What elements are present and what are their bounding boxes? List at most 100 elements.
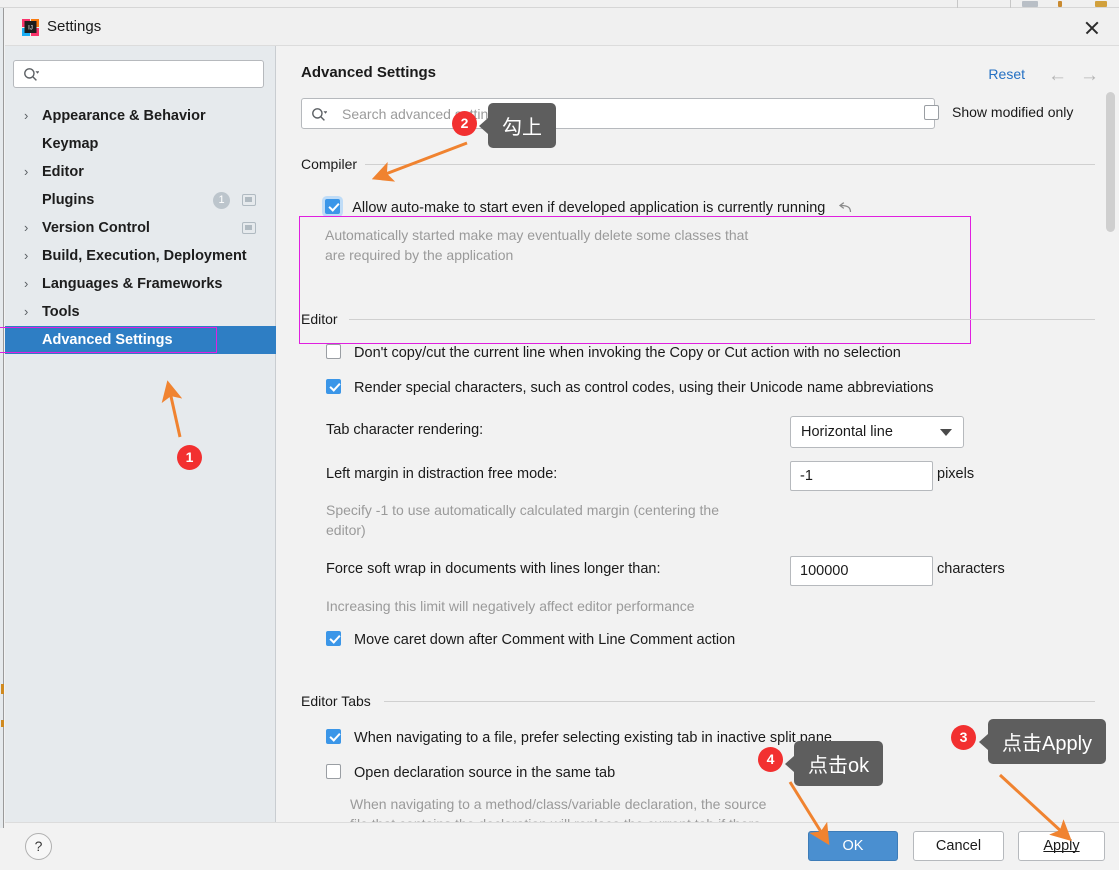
sidebar-item-label: Tools — [42, 304, 80, 320]
option-render-special-characters[interactable]: Render special characters, such as contr… — [326, 379, 934, 396]
advanced-settings-panel: Advanced Settings Reset ← → Search advan… — [277, 46, 1119, 832]
description-line: Specify -1 to use automatically calculat… — [326, 502, 719, 518]
chevron-right-icon: › — [24, 220, 29, 235]
option-label: Move caret down after Comment with Line … — [354, 632, 736, 648]
show-modified-only-checkbox[interactable]: Show modified only — [924, 104, 1074, 120]
checkbox-box — [326, 729, 341, 744]
option-description-allow-auto-make: Automatically started make may eventuall… — [325, 225, 925, 265]
annotation-tooltip-3: 点击Apply — [978, 719, 1107, 764]
option-label: Open declaration source in the same tab — [354, 765, 616, 781]
scrollbar-thumb[interactable] — [1106, 92, 1115, 232]
dialog-title: Settings — [47, 18, 102, 35]
option-allow-auto-make[interactable]: Allow auto-make to start even if develop… — [325, 197, 852, 216]
ok-button[interactable]: OK — [808, 831, 898, 861]
help-button[interactable]: ? — [25, 833, 52, 860]
background-window-toolbar-sliver — [0, 0, 1119, 8]
sidebar-item-languages-frameworks[interactable]: › Languages & Frameworks — [5, 270, 276, 298]
force-soft-wrap-input[interactable]: 100000 — [790, 556, 933, 586]
field-description-force-soft-wrap: Increasing this limit will negatively af… — [326, 596, 846, 616]
page-title: Advanced Settings — [301, 64, 437, 81]
section-title-compiler: Compiler — [301, 156, 365, 172]
annotation-marker-2: 2 — [452, 111, 477, 136]
chevron-right-icon: › — [24, 164, 29, 179]
left-margin-input[interactable]: -1 — [790, 461, 933, 491]
show-modified-only-label: Show modified only — [952, 104, 1074, 120]
revert-arrow-icon[interactable] — [837, 200, 853, 216]
section-divider — [349, 319, 1095, 320]
sidebar-item-version-control[interactable]: › Version Control — [5, 214, 276, 242]
section-title-editor: Editor — [301, 311, 345, 327]
sidebar-item-editor[interactable]: › Editor — [5, 158, 276, 186]
sidebar-item-label: Keymap — [42, 136, 99, 152]
checkbox-box — [326, 631, 341, 646]
sidebar-item-plugins[interactable]: Plugins 1 — [5, 186, 276, 214]
settings-category-tree: › Appearance & Behavior Keymap › Editor … — [0, 102, 276, 354]
search-icon — [23, 67, 40, 83]
field-description-left-margin: Specify -1 to use automatically calculat… — [326, 500, 826, 540]
reset-link[interactable]: Reset — [988, 66, 1025, 82]
option-move-caret-down-after-comment[interactable]: Move caret down after Comment with Line … — [326, 631, 735, 648]
apply-button[interactable]: Apply — [1018, 831, 1105, 861]
section-divider — [365, 164, 1095, 165]
description-line: editor) — [326, 522, 366, 538]
external-window-icon[interactable] — [242, 194, 256, 206]
cancel-button[interactable]: Cancel — [913, 831, 1004, 861]
sidebar-item-label: Version Control — [42, 220, 150, 236]
annotation-marker-4: 4 — [758, 747, 783, 772]
field-label-force-soft-wrap: Force soft wrap in documents with lines … — [326, 561, 661, 577]
svg-text:IJ: IJ — [28, 26, 33, 32]
background-window-left-sliver — [0, 8, 4, 828]
checkbox-box — [924, 105, 939, 120]
option-dont-copy-cut-current-line[interactable]: Don't copy/cut the current line when inv… — [326, 344, 901, 361]
annotation-marker-3: 3 — [951, 725, 976, 750]
search-input[interactable]: Search advanced settings — [301, 98, 935, 129]
chevron-right-icon: › — [24, 304, 29, 319]
back-arrow-icon[interactable]: ← — [1048, 65, 1067, 87]
dialog-titlebar: IJ Settings — [5, 8, 1119, 46]
tab-character-rendering-select[interactable]: Horizontal line — [790, 416, 964, 448]
sidebar-item-keymap[interactable]: Keymap — [5, 130, 276, 158]
intellij-idea-logo-icon: IJ — [22, 19, 39, 36]
select-value: Horizontal line — [801, 424, 893, 440]
checkbox-box — [326, 344, 341, 359]
chevron-right-icon: › — [24, 108, 29, 123]
option-label: Don't copy/cut the current line when inv… — [354, 345, 901, 361]
sidebar-item-tools[interactable]: › Tools — [5, 298, 276, 326]
screenshot-root: IJ Settings › Appearance & Behavior Keym… — [0, 0, 1119, 870]
search-icon — [311, 107, 328, 123]
description-line: Increasing this limit will negatively af… — [326, 598, 695, 614]
sidebar-item-label: Languages & Frameworks — [42, 276, 223, 292]
description-line: When navigating to a method/class/variab… — [350, 796, 767, 812]
field-label-tab-character-rendering: Tab character rendering: — [326, 422, 484, 438]
content-scrollbar[interactable] — [1106, 92, 1115, 867]
sidebar-item-appearance-behavior[interactable]: › Appearance & Behavior — [5, 102, 276, 130]
sidebar-item-label: Advanced Settings — [42, 332, 173, 348]
settings-sidebar: › Appearance & Behavior Keymap › Editor … — [0, 46, 276, 831]
external-window-icon[interactable] — [242, 222, 256, 234]
chevron-right-icon: › — [24, 276, 29, 291]
forward-arrow-icon[interactable]: → — [1080, 65, 1099, 87]
option-open-declaration-source-same-tab[interactable]: Open declaration source in the same tab — [326, 764, 615, 781]
sidebar-item-label: Plugins — [42, 192, 95, 208]
sidebar-search-input[interactable] — [13, 60, 264, 88]
section-divider — [384, 701, 1095, 702]
annotation-tooltip-2: 勾上 — [479, 103, 556, 148]
unit-characters: characters — [937, 561, 1005, 577]
checkbox-box — [325, 199, 340, 214]
apply-label: Apply — [1043, 838, 1080, 854]
sidebar-item-build-execution-deployment[interactable]: › Build, Execution, Deployment — [5, 242, 276, 270]
option-prefer-existing-tab-inactive-split[interactable]: When navigating to a file, prefer select… — [326, 729, 832, 746]
unit-pixels: pixels — [937, 466, 975, 482]
annotation-tooltip-4: 点击ok — [784, 741, 884, 786]
section-title-editor-tabs: Editor Tabs — [301, 693, 378, 709]
option-label: Render special characters, such as contr… — [354, 380, 934, 396]
chevron-down-icon — [940, 429, 952, 436]
checkbox-box — [326, 379, 341, 394]
checkbox-box — [326, 764, 341, 779]
sidebar-item-label: Build, Execution, Deployment — [42, 248, 247, 264]
option-label: Allow auto-make to start even if develop… — [352, 200, 826, 216]
chevron-right-icon: › — [24, 248, 29, 263]
option-label: When navigating to a file, prefer select… — [354, 730, 833, 746]
sidebar-item-advanced-settings[interactable]: Advanced Settings — [0, 326, 276, 354]
close-icon[interactable] — [1077, 16, 1107, 40]
